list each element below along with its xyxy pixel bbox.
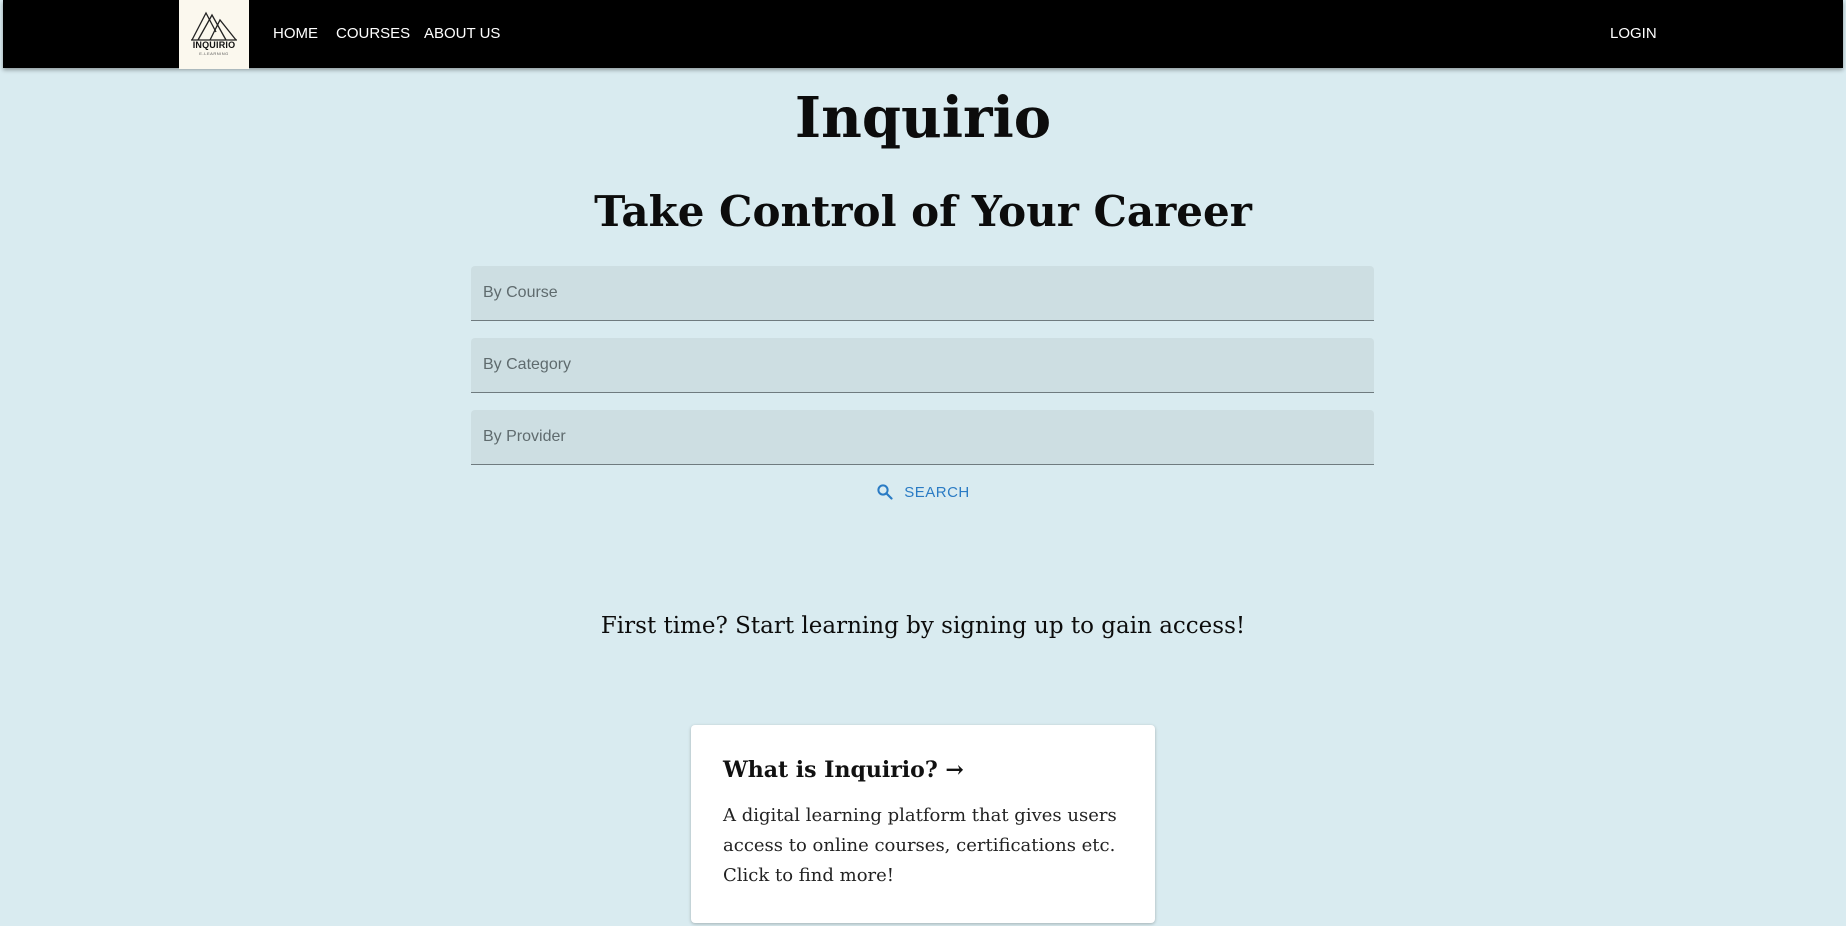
nav-home-link[interactable]: HOME	[273, 25, 318, 43]
nav-about-link[interactable]: ABOUT US	[424, 25, 500, 43]
what-is-inquirio-card[interactable]: What is Inquirio? → A digital learning p…	[691, 725, 1155, 923]
search-button[interactable]: SEARCH	[866, 478, 980, 506]
provider-search-input[interactable]	[471, 410, 1374, 465]
top-navbar: INQUIRIO E-LEARNING HOME COURSES ABOUT U…	[3, 0, 1843, 69]
logo-text: INQUIRIO	[192, 40, 236, 50]
nav-login-link[interactable]: LOGIN	[1610, 25, 1657, 43]
mountain-logo-icon	[191, 11, 237, 41]
card-title: What is Inquirio? →	[723, 757, 964, 783]
logo-subtext: E-LEARNING	[199, 51, 229, 56]
signup-prompt: First time? Start learning by signing up…	[600, 613, 1246, 639]
logo[interactable]: INQUIRIO E-LEARNING	[179, 0, 249, 69]
page-subtitle: Take Control of Your Career	[594, 187, 1252, 236]
search-button-label: SEARCH	[904, 483, 970, 501]
nav-courses-link[interactable]: COURSES	[336, 25, 410, 43]
search-icon	[877, 484, 893, 500]
page-title: Inquirio	[794, 85, 1052, 151]
card-body: A digital learning platform that gives u…	[723, 805, 1117, 886]
category-search-input[interactable]	[471, 338, 1374, 393]
course-search-input[interactable]	[471, 266, 1374, 321]
